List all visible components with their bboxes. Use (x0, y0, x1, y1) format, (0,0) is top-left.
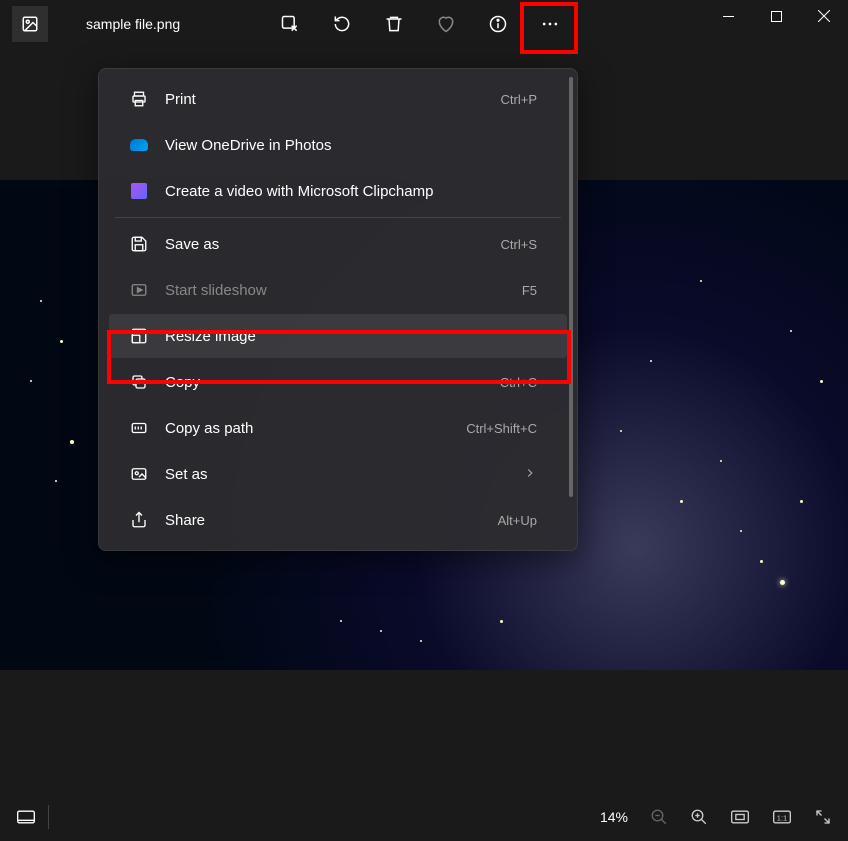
delete-icon[interactable] (384, 14, 404, 34)
rotate-icon[interactable] (332, 14, 352, 34)
actual-size-icon[interactable]: 1:1 (772, 809, 792, 825)
menu-item-set-as[interactable]: Set as (109, 452, 567, 496)
bottombar: 14% 1:1 (0, 793, 848, 841)
menu-item-slideshow: Start slideshow F5 (109, 268, 567, 312)
menu-scrollbar[interactable] (569, 77, 573, 497)
menu-shortcut: Alt+Up (498, 513, 537, 528)
divider (48, 805, 49, 829)
more-menu: Print Ctrl+P View OneDrive in Photos Cre… (98, 68, 578, 551)
chevron-right-icon (523, 466, 537, 483)
save-icon (129, 234, 149, 254)
copy-path-icon (129, 418, 149, 438)
fullscreen-icon[interactable] (814, 808, 832, 826)
menu-item-copy-path[interactable]: Copy as path Ctrl+Shift+C (109, 406, 567, 450)
photo-icon (21, 15, 39, 33)
minimize-button[interactable] (704, 0, 752, 32)
resize-icon (129, 326, 149, 346)
menu-item-clipchamp[interactable]: Create a video with Microsoft Clipchamp (109, 169, 567, 213)
zoom-in-icon[interactable] (690, 808, 708, 826)
favorite-icon[interactable] (436, 14, 456, 34)
menu-label: Save as (165, 236, 501, 253)
menu-shortcut: Ctrl+C (500, 375, 537, 390)
titlebar: sample file.png (0, 0, 848, 48)
filmstrip-icon[interactable] (16, 809, 36, 825)
close-button[interactable] (800, 0, 848, 32)
copy-icon (129, 372, 149, 392)
filename: sample file.png (86, 16, 180, 32)
menu-label: View OneDrive in Photos (165, 137, 547, 154)
clipchamp-icon (129, 181, 149, 201)
more-icon[interactable] (540, 14, 560, 34)
maximize-button[interactable] (752, 0, 800, 32)
menu-label: Resize image (165, 328, 547, 345)
edit-icon[interactable] (280, 14, 300, 34)
info-icon[interactable] (488, 14, 508, 34)
set-as-icon (129, 464, 149, 484)
menu-label: Create a video with Microsoft Clipchamp (165, 183, 547, 200)
menu-divider (115, 217, 561, 218)
menu-item-print[interactable]: Print Ctrl+P (109, 77, 567, 121)
menu-shortcut: Ctrl+Shift+C (466, 421, 537, 436)
menu-label: Print (165, 91, 501, 108)
menu-item-onedrive[interactable]: View OneDrive in Photos (109, 123, 567, 167)
menu-label: Copy (165, 374, 500, 391)
menu-shortcut: Ctrl+S (501, 237, 537, 252)
zoom-out-icon[interactable] (650, 808, 668, 826)
menu-item-copy[interactable]: Copy Ctrl+C (109, 360, 567, 404)
menu-item-save-as[interactable]: Save as Ctrl+S (109, 222, 567, 266)
slideshow-icon (129, 280, 149, 300)
menu-label: Start slideshow (165, 282, 522, 299)
menu-item-resize[interactable]: Resize image (109, 314, 567, 358)
zoom-level: 14% (600, 809, 628, 825)
toolbar (280, 14, 560, 34)
menu-label: Set as (165, 466, 523, 483)
svg-text:1:1: 1:1 (777, 813, 787, 822)
menu-item-share[interactable]: Share Alt+Up (109, 498, 567, 542)
menu-shortcut: F5 (522, 283, 537, 298)
app-icon[interactable] (12, 6, 48, 42)
print-icon (129, 89, 149, 109)
menu-shortcut: Ctrl+P (501, 92, 537, 107)
window-controls (704, 0, 848, 32)
zoom-controls: 14% 1:1 (600, 808, 832, 826)
menu-label: Copy as path (165, 420, 466, 437)
fit-screen-icon[interactable] (730, 809, 750, 825)
menu-label: Share (165, 512, 498, 529)
onedrive-icon (129, 135, 149, 155)
share-icon (129, 510, 149, 530)
